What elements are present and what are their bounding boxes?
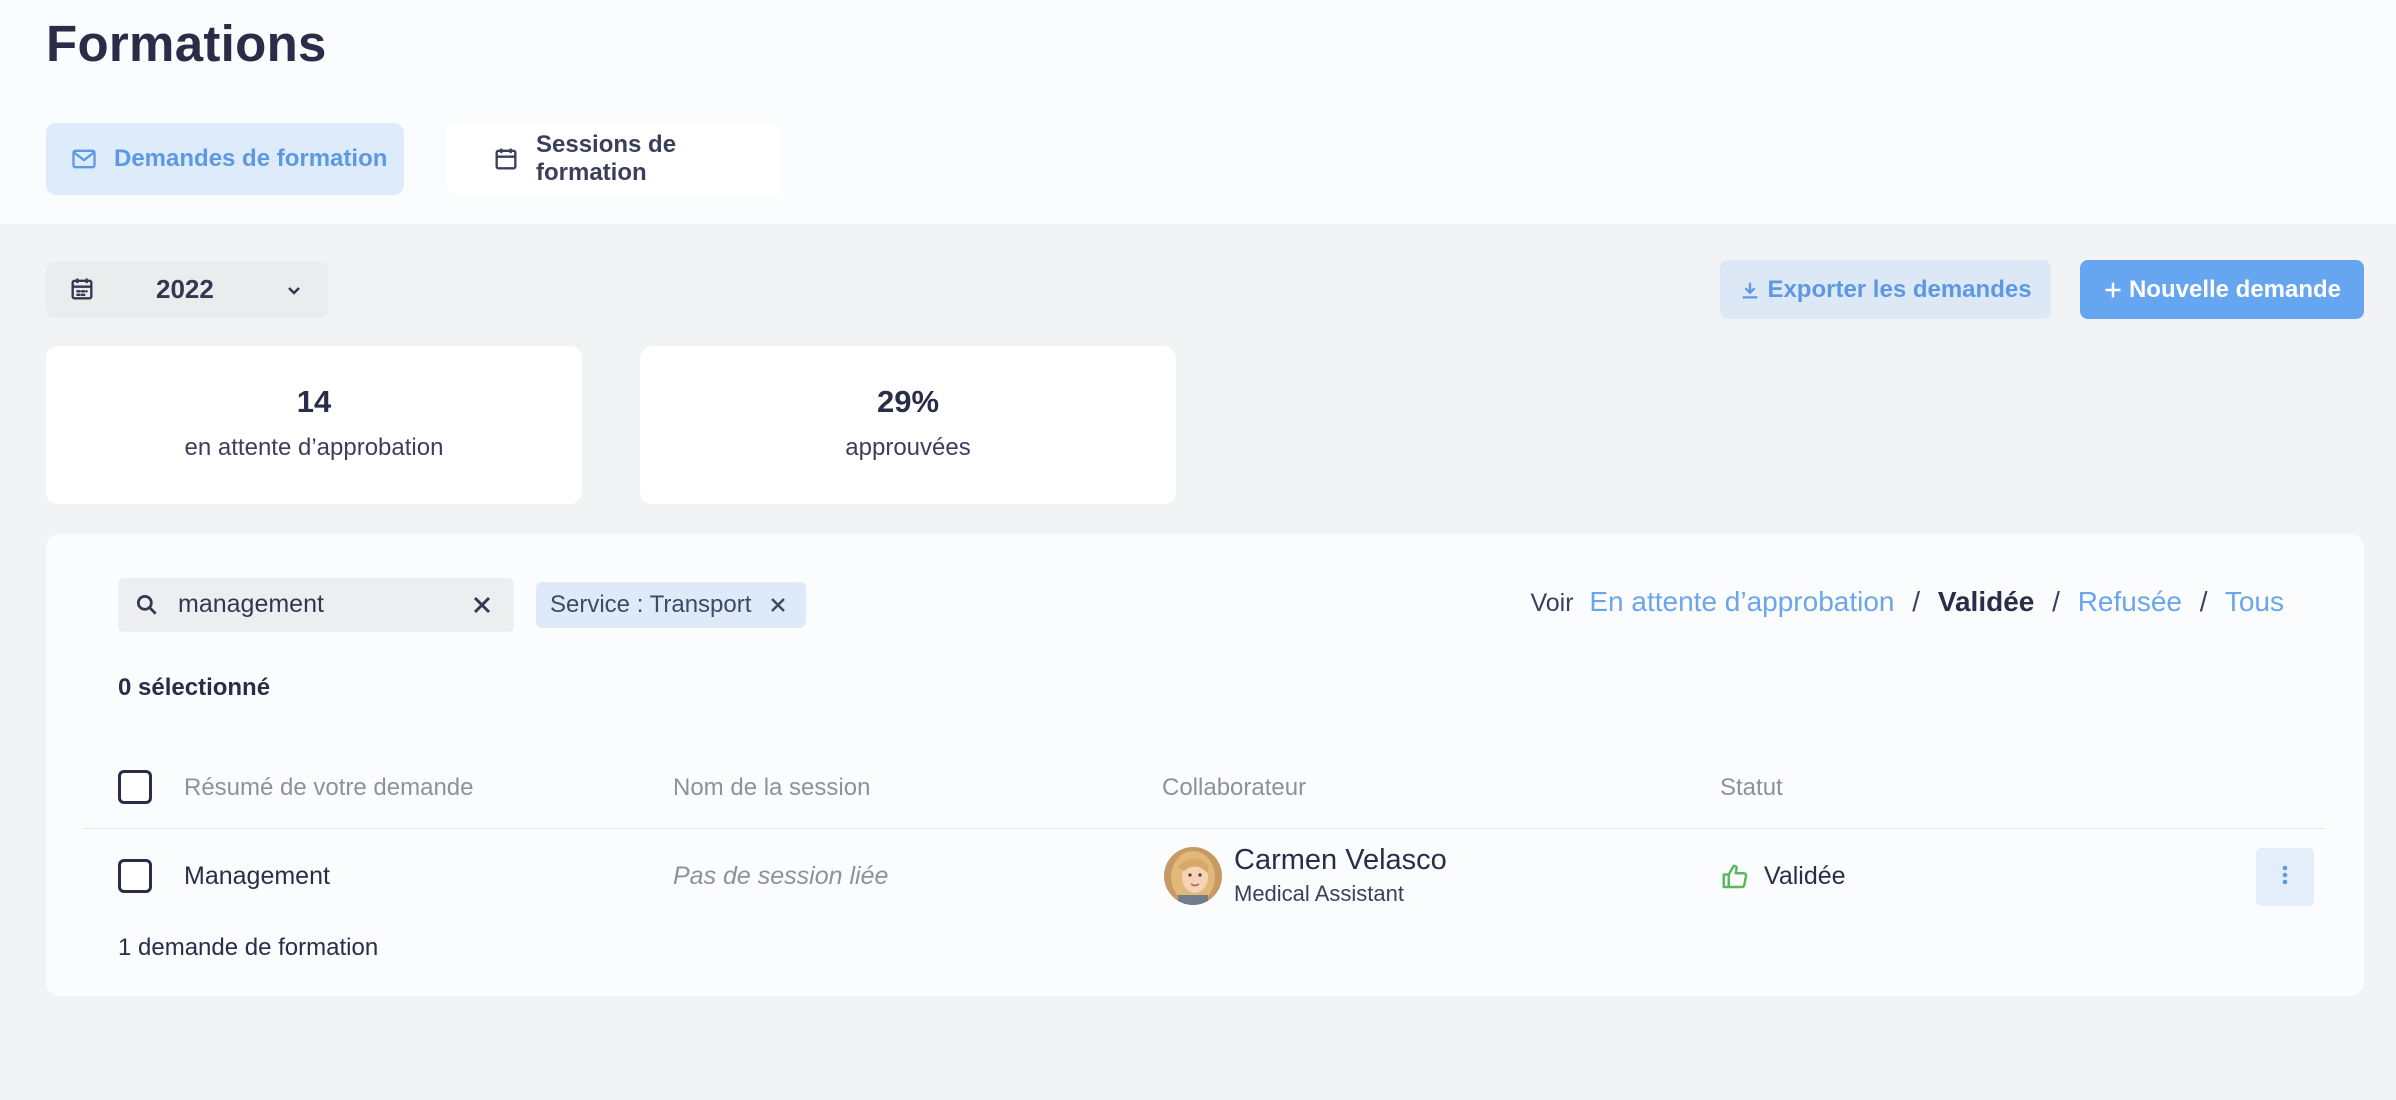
mail-icon	[70, 145, 98, 173]
select-all-checkbox[interactable]	[118, 770, 152, 804]
year-value: 2022	[156, 274, 214, 304]
row-more-button[interactable]	[2256, 848, 2314, 906]
plus-icon	[2103, 280, 2123, 300]
selected-count: 0 sélectionné	[118, 674, 271, 701]
stat-value: 14	[296, 384, 332, 419]
tab-label: Demandes de formation	[114, 145, 388, 172]
status-filter-all[interactable]: Tous	[2225, 586, 2284, 617]
page-title: Formations	[46, 15, 327, 72]
column-header-session: Nom de la session	[673, 774, 871, 801]
tab-label: Sessions de formation	[536, 131, 677, 186]
page-header: Formations Demandes de formation Session…	[0, 0, 2396, 224]
stat-card-approved: 29% approuvées	[640, 346, 1176, 504]
avatar	[1164, 847, 1222, 905]
row-session: Pas de session liée	[673, 862, 889, 890]
collaborator-name: Carmen Velasco	[1234, 844, 1447, 876]
export-label: Exporter les demandes	[1767, 275, 2032, 303]
export-requests-button[interactable]: Exporter les demandes	[1720, 260, 2051, 319]
total-count: 1 demande de formation	[118, 934, 379, 961]
search-value: management	[178, 590, 324, 618]
filter-chip-service: Service : Transport	[536, 582, 806, 628]
column-header-collaborator: Collaborateur	[1162, 774, 1307, 801]
stat-value: 29%	[876, 384, 940, 419]
tab-sessions-de-formation[interactable]: Sessions de formation	[446, 123, 782, 195]
column-header-status: Statut	[1720, 774, 1783, 801]
separator: /	[2199, 586, 2208, 617]
separator: /	[2052, 586, 2060, 617]
stat-label: en attente d’approbation	[184, 434, 444, 461]
download-icon	[1739, 279, 1761, 301]
status-filter-refused[interactable]: Refusée	[2078, 586, 2182, 617]
status-filter-pending[interactable]: En attente d’approbation	[1589, 586, 1894, 617]
thumbs-up-icon	[1720, 862, 1750, 892]
calendar-icon	[68, 275, 96, 303]
requests-panel: management Service : Transport Voir En a…	[46, 534, 2364, 996]
table-divider	[82, 828, 2326, 829]
column-header-summary: Résumé de votre demande	[184, 774, 474, 801]
new-request-button[interactable]: Nouvelle demande	[2080, 260, 2364, 319]
row-status: Validée	[1764, 862, 1846, 890]
chevron-down-icon	[282, 278, 306, 302]
calendar-icon	[492, 145, 520, 173]
search-icon	[134, 592, 160, 618]
close-icon[interactable]	[468, 591, 496, 619]
new-label: Nouvelle demande	[2128, 275, 2342, 303]
chip-label: Service : Transport	[550, 591, 752, 618]
collaborator-role: Medical Assistant	[1234, 881, 1404, 906]
tab-demandes-de-formation[interactable]: Demandes de formation	[46, 123, 404, 195]
close-icon[interactable]	[766, 593, 790, 617]
more-vertical-icon	[2281, 864, 2289, 891]
row-checkbox[interactable]	[118, 859, 152, 893]
separator: /	[1912, 586, 1921, 617]
year-select[interactable]: 2022	[46, 262, 328, 318]
voir-label: Voir	[1530, 589, 1574, 617]
status-filter: Voir En attente d’approbation / Validée …	[1530, 586, 2284, 618]
search-input[interactable]: management	[118, 578, 514, 632]
stat-label: approuvées	[845, 434, 971, 461]
stat-card-pending: 14 en attente d’approbation	[46, 346, 582, 504]
row-summary: Management	[184, 862, 330, 890]
status-filter-validated[interactable]: Validée	[1938, 586, 2035, 617]
